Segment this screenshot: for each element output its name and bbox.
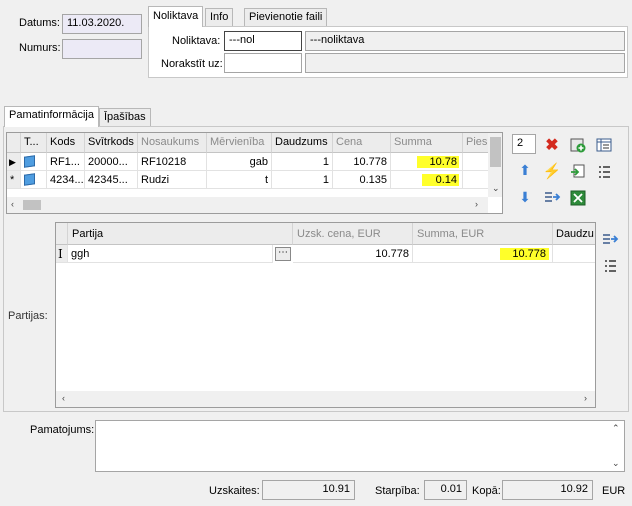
items-vscrollbar[interactable]: ⌄ (488, 133, 502, 197)
currency-label: EUR (602, 485, 626, 497)
summa-highlight: 0.14 (421, 174, 459, 186)
table-cell-summa-eur: 10.778 (413, 245, 553, 263)
table-cell-piesl (463, 171, 489, 189)
table-cell-summa: 10.78 (391, 153, 463, 171)
col-header-summa-eur[interactable]: Summa, EUR (413, 223, 553, 245)
pamatojums-label: Pamatojums: (30, 424, 95, 436)
vscroll-thumb[interactable] (490, 137, 501, 167)
columns-icon[interactable] (594, 135, 614, 155)
table-cell-mervieniba: gab (207, 153, 272, 171)
col-header-mervieniba[interactable]: Mērvienība (207, 133, 272, 153)
numurs-label: Numurs: (19, 42, 61, 54)
table-cell-piesl (463, 153, 489, 171)
norakstit-code-field[interactable] (224, 53, 302, 73)
table-cell-kods: 4234... (47, 171, 85, 189)
norakstit-label: Norakstīt uz: (161, 58, 223, 70)
uzskaites-label: Uzskaites: (209, 485, 260, 497)
transfer-icon[interactable] (542, 188, 562, 208)
partijas-label: Partijas: (8, 310, 48, 322)
starpiba-label: Starpība: (375, 485, 420, 497)
move-down-icon[interactable]: ⬇ (515, 187, 535, 207)
table-cell-nosaukums: Rudzi (138, 171, 207, 189)
scroll-left-icon[interactable]: ‹ (62, 393, 65, 403)
table-cell-kods: RF1... (47, 153, 85, 171)
cube-icon (21, 153, 47, 171)
starpiba-value: 0.01 (424, 480, 467, 500)
excel-icon[interactable] (568, 188, 588, 208)
kopa-value: 10.92 (502, 480, 593, 500)
tab-pamatinformacija[interactable]: Pamatinformācija (4, 106, 99, 127)
datums-label: Datums: (19, 17, 60, 29)
col-header-svitrkods[interactable]: Svītrkods (85, 133, 138, 153)
table-cell-uzsk-cena: 10.778 (293, 245, 413, 263)
partijas-grid[interactable]: Partija Uzsk. cena, EUR Summa, EUR Daudz… (55, 222, 596, 408)
scroll-right-icon[interactable]: › (584, 393, 587, 403)
uzskaites-value: 10.91 (262, 480, 355, 500)
numurs-field[interactable] (62, 39, 142, 59)
items-hscrollbar[interactable]: ‹ › (7, 197, 488, 213)
pamatojums-textarea[interactable] (95, 420, 625, 472)
tab-pievienotie-faili[interactable]: Pievienotie faili (244, 8, 328, 27)
noliktava-label: Noliktava: (172, 35, 221, 47)
tab-ipasibas[interactable]: Īpašības (99, 108, 151, 127)
scroll-left-icon[interactable]: ‹ (11, 199, 14, 209)
bolt-icon[interactable]: ⚡ (542, 161, 562, 181)
scroll-up-icon[interactable]: ⌃ (612, 423, 620, 434)
table-cell-partija[interactable]: ggh (68, 245, 273, 263)
grid-corner (7, 133, 21, 153)
tab-info[interactable]: Info (205, 8, 234, 27)
delete-icon[interactable]: ✖ (542, 135, 562, 155)
scroll-down-icon[interactable]: ⌄ (492, 183, 500, 194)
datums-field[interactable]: 11.03.2020. (62, 14, 142, 34)
cube-icon (21, 171, 47, 189)
table-cell-nosaukums: RF10218 (138, 153, 207, 171)
col-header-partija[interactable]: Partija (68, 223, 293, 245)
table-cell-cena: 10.778 (333, 153, 391, 171)
summa-highlight: 10.778 (500, 248, 549, 260)
scroll-down-icon[interactable]: ⌄ (612, 458, 620, 469)
partijas-transfer-icon[interactable] (600, 230, 620, 250)
table-cell-daudzums (553, 245, 595, 263)
list-icon[interactable] (594, 162, 614, 182)
summa-highlight: 10.78 (417, 156, 459, 168)
partijas-hscrollbar[interactable]: ‹ › (56, 391, 595, 407)
col-header-daudzums[interactable]: Daudzu (553, 223, 595, 245)
table-cell-cena: 0.135 (333, 171, 391, 189)
noliktava-name-field: ---noliktava (305, 31, 625, 51)
kopa-label: Kopā: (472, 485, 501, 497)
items-grid[interactable]: T... Kods Svītrkods Nosaukums Mērvienība… (6, 132, 503, 214)
norakstit-name-field (305, 53, 625, 73)
scroll-right-icon[interactable]: › (475, 199, 478, 209)
table-cell-svitrkods: 42345... (85, 171, 138, 189)
text-cursor-indicator: I (56, 245, 68, 263)
col-header-daudzums[interactable]: Daudzums (272, 133, 333, 153)
hscroll-thumb[interactable] (23, 200, 41, 210)
table-cell-summa: 0.14 (391, 171, 463, 189)
col-header-summa[interactable]: Summa (391, 133, 463, 153)
tab-noliktava[interactable]: Noliktava (148, 6, 204, 27)
partijas-list-icon[interactable] (600, 256, 620, 276)
col-header-type[interactable]: T... (21, 133, 47, 153)
ellipsis-button[interactable]: ⋯ (275, 247, 291, 261)
col-header-cena[interactable]: Cena (333, 133, 391, 153)
row-indicator-new: * (7, 171, 21, 189)
table-cell-daudzums: 1 (272, 171, 333, 189)
col-header-piesl[interactable]: Piesl (463, 133, 489, 153)
add-record-icon[interactable] (568, 135, 588, 155)
import-icon[interactable] (568, 161, 588, 181)
item-count-field[interactable]: 2 (512, 134, 536, 154)
row-indicator: ▶ (7, 153, 21, 171)
move-up-icon[interactable]: ⬆ (515, 160, 535, 180)
grid-corner (56, 223, 68, 245)
noliktava-code-field[interactable]: ---nol (224, 31, 302, 51)
table-cell-svitrkods: 20000... (85, 153, 138, 171)
col-header-nosaukums[interactable]: Nosaukums (138, 133, 207, 153)
table-cell-mervieniba: t (207, 171, 272, 189)
col-header-kods[interactable]: Kods (47, 133, 85, 153)
col-header-uzsk-cena[interactable]: Uzsk. cena, EUR (293, 223, 413, 245)
table-cell-daudzums: 1 (272, 153, 333, 171)
